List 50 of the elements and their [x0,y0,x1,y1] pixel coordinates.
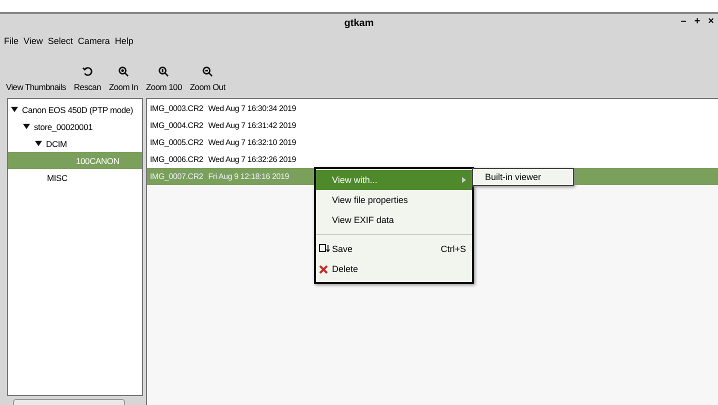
menu-item[interactable]: View [24,36,43,46]
file-row[interactable]: IMG_0003.CR2 Wed Aug 7 16:30:34 2019 [147,100,718,117]
refresh-icon [82,66,93,77]
tree-item[interactable]: MISC [8,169,142,186]
zoom-in-icon [118,66,129,77]
toolbar-button[interactable]: Rescan [70,66,105,92]
zoom-out-icon [202,66,214,77]
file-name: IMG_0006.CR2 [150,155,204,164]
toolbar-button[interactable]: Zoom 100 [142,66,186,92]
menu-item[interactable]: Save Ctrl+S [316,239,472,259]
menu-item[interactable]: File [4,36,19,46]
toolbar-button[interactable]: View Thumbnails [2,82,70,92]
save-icon [319,244,330,254]
file-name: IMG_0005.CR2 [150,138,204,147]
window-control[interactable]: + [694,16,700,27]
expanded-arrow-icon[interactable] [35,140,42,147]
file-row[interactable]: IMG_0004.CR2 Wed Aug 7 16:31:42 2019 [147,117,718,134]
file-date: Wed Aug 7 16:32:26 2019 [208,155,296,164]
file-date: Wed Aug 7 16:31:42 2019 [208,121,296,130]
zoom-actual-size-icon [158,66,170,77]
shortcut-text: Ctrl+S [440,244,466,254]
file-row[interactable]: IMG_0006.CR2 Wed Aug 7 16:32:26 2019 [147,151,718,168]
file-date: Wed Aug 7 16:32:10 2019 [208,138,296,147]
delete-icon [319,264,328,274]
file-row[interactable]: IMG_0005.CR2 Wed Aug 7 16:32:10 2019 [147,134,718,151]
menu-item[interactable]: Select [48,36,73,46]
menu-item[interactable]: Built-in viewer [473,169,573,185]
file-date: Wed Aug 7 16:30:34 2019 [208,104,296,113]
file-date: Fri Aug 9 12:18:16 2019 [208,172,289,181]
scrollbar[interactable] [13,399,125,405]
menu-item[interactable]: Delete [316,259,472,279]
file-name: IMG_0003.CR2 [150,104,204,113]
menu-item[interactable]: Camera [78,36,110,46]
file-name: IMG_0007.CR2 [150,172,204,181]
file-name: IMG_0004.CR2 [150,121,204,130]
menu-item[interactable]: Help [114,36,134,46]
menu-item[interactable]: View EXIF data [316,210,472,230]
toolbar-button[interactable]: Zoom In [104,66,142,92]
expanded-arrow-icon[interactable] [23,123,30,130]
tree-item[interactable]: store_00020001 [8,118,142,135]
tree-item[interactable]: Canon EOS 450D (PTP mode) [8,101,142,118]
window-control[interactable]: × [708,16,714,27]
expanded-arrow-icon[interactable] [11,106,18,113]
window-title: gtkam [344,18,374,28]
toolbar-button[interactable]: Zoom Out [186,66,230,92]
window-control[interactable]: – [680,16,686,27]
menu-item[interactable]: View with... [316,170,472,190]
submenu-arrow-icon [462,177,466,183]
tree-item[interactable]: DCIM [8,135,142,152]
menu-item[interactable]: View file properties [316,190,472,210]
